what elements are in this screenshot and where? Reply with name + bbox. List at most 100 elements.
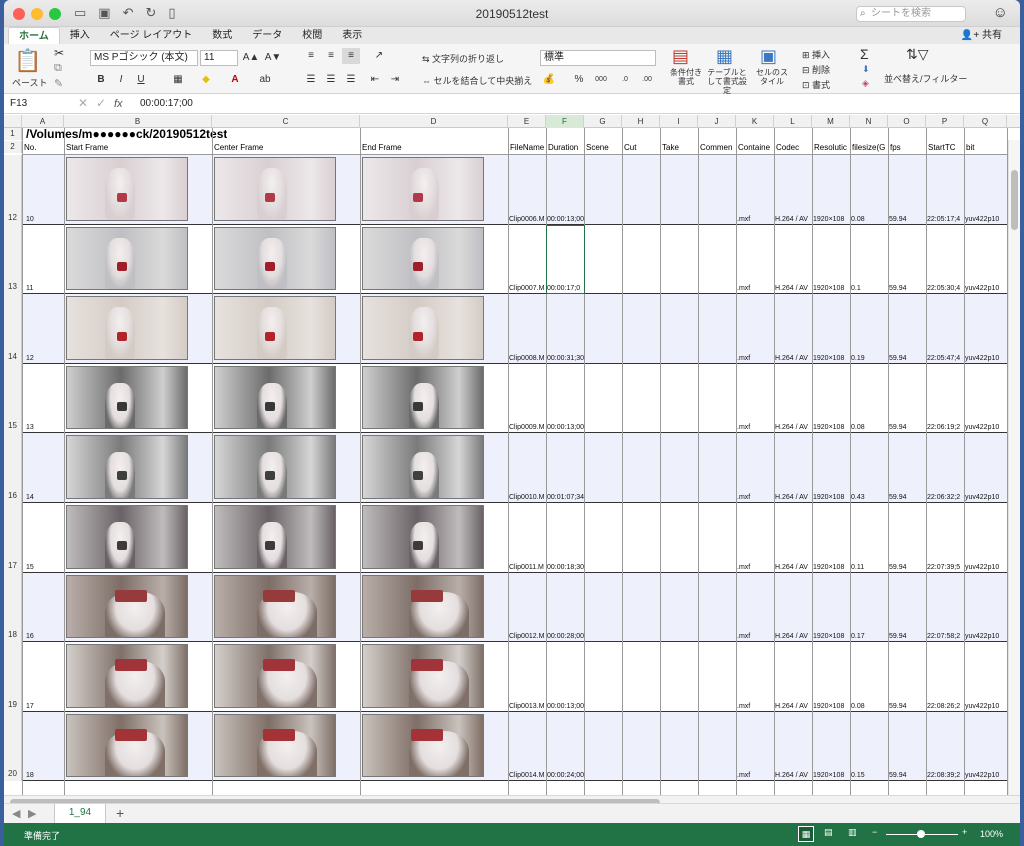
column-header-n[interactable]: N	[850, 115, 888, 128]
tab-formulas[interactable]: 数式	[202, 27, 242, 44]
header-cell[interactable]: fps	[890, 143, 926, 153]
active-cell[interactable]	[546, 224, 585, 295]
fps-cell[interactable]: 59.94	[889, 563, 926, 572]
column-header-d[interactable]: D	[360, 115, 508, 128]
fill-color-icon[interactable]: ◆	[197, 72, 215, 88]
fps-cell[interactable]: 59.94	[889, 493, 926, 502]
filename-cell[interactable]: Clip0010.M	[509, 493, 546, 502]
container-cell[interactable]: .mxf	[737, 702, 774, 711]
underline-button[interactable]: U	[132, 72, 150, 88]
filesize-cell[interactable]: 0.08	[851, 215, 888, 224]
starttc-cell[interactable]: 22:05:17;4	[927, 215, 964, 224]
row-header-1[interactable]: 1	[4, 128, 22, 140]
sheet-search-input[interactable]: ⌕ シートを検索	[856, 6, 966, 22]
filename-cell[interactable]: Clip0012.M	[509, 632, 546, 641]
resolution-cell[interactable]: 1920×108	[813, 284, 850, 293]
column-header-k[interactable]: K	[736, 115, 774, 128]
codec-cell[interactable]: H.264 / AV	[775, 702, 812, 711]
column-header-m[interactable]: M	[812, 115, 850, 128]
feedback-smiley-icon[interactable]: ☺	[993, 4, 1008, 21]
filesize-cell[interactable]: 0.19	[851, 354, 888, 363]
worksheet-grid[interactable]: ABCDEFGHIJKLMNOPQ 1/Volumes/m●●●●●●ck/20…	[4, 115, 1020, 795]
filename-cell[interactable]: Clip0006.M	[509, 215, 546, 224]
header-cell[interactable]: No.	[24, 143, 64, 153]
row-header[interactable]: 19	[4, 642, 22, 712]
duration-cell[interactable]: 00:00:13;00	[547, 423, 584, 432]
header-cell[interactable]: Resolutic	[814, 143, 850, 153]
align-left-icon[interactable]: ☰	[302, 72, 320, 88]
row-header[interactable]: 13	[4, 224, 22, 295]
filesize-cell[interactable]: 0.1	[851, 284, 888, 293]
header-cell[interactable]: Start Frame	[66, 143, 212, 153]
duration-cell[interactable]: 00:00:13;00	[547, 702, 584, 711]
bit-cell[interactable]: yuv422p10	[965, 702, 1007, 711]
codec-cell[interactable]: H.264 / AV	[775, 563, 812, 572]
sort-filter-label[interactable]: 並べ替え/フィルター	[884, 72, 967, 85]
codec-cell[interactable]: H.264 / AV	[775, 354, 812, 363]
column-header-h[interactable]: H	[622, 115, 660, 128]
row-header[interactable]: 16	[4, 433, 22, 503]
align-center-icon[interactable]: ☰	[322, 72, 340, 88]
share-button[interactable]: 👤+ 共有	[961, 27, 1002, 44]
column-header-c[interactable]: C	[212, 115, 360, 128]
starttc-cell[interactable]: 22:05:30;4	[927, 284, 964, 293]
header-cell[interactable]: StartTC	[928, 143, 964, 153]
no-cell[interactable]: 11	[26, 284, 62, 293]
codec-cell[interactable]: H.264 / AV	[775, 771, 812, 780]
increase-indent-icon[interactable]: ⇥	[386, 72, 404, 88]
filename-cell[interactable]: Clip0013.M	[509, 702, 546, 711]
formula-input[interactable]: 00:00:17;00	[140, 96, 193, 112]
header-cell[interactable]: End Frame	[362, 143, 508, 153]
header-cell[interactable]: Commen	[700, 143, 736, 153]
starttc-cell[interactable]: 22:06:19;2	[927, 423, 964, 432]
name-box[interactable]: F13	[10, 96, 27, 112]
container-cell[interactable]: .mxf	[737, 215, 774, 224]
resolution-cell[interactable]: 1920×108	[813, 423, 850, 432]
cell-styles-icon[interactable]: ▣	[760, 46, 777, 67]
wrap-text-button[interactable]: ⇆ 文字列の折り返し	[422, 52, 504, 65]
font-name-select[interactable]: MS Pゴシック (本文)	[90, 50, 198, 66]
vertical-scrollbar[interactable]	[1008, 140, 1020, 795]
tab-insert[interactable]: 挿入	[60, 27, 100, 44]
container-cell[interactable]: .mxf	[737, 284, 774, 293]
no-cell[interactable]: 18	[26, 771, 62, 780]
tab-page-layout[interactable]: ページ レイアウト	[100, 27, 203, 44]
fps-cell[interactable]: 59.94	[889, 215, 926, 224]
header-cell[interactable]: filesize(G	[852, 143, 888, 153]
phonetic-icon[interactable]: ab	[256, 72, 274, 88]
resolution-cell[interactable]: 1920×108	[813, 632, 850, 641]
codec-cell[interactable]: H.264 / AV	[775, 215, 812, 224]
font-color-icon[interactable]: A	[226, 72, 244, 88]
italic-button[interactable]: I	[112, 72, 130, 88]
header-cell[interactable]: Take	[662, 143, 698, 153]
no-cell[interactable]: 15	[26, 563, 62, 572]
no-cell[interactable]: 10	[26, 215, 62, 224]
normal-view-icon[interactable]: ▦	[798, 826, 814, 842]
column-header-e[interactable]: E	[508, 115, 546, 128]
header-cell[interactable]: Codec	[776, 143, 812, 153]
codec-cell[interactable]: H.264 / AV	[775, 493, 812, 502]
format-painter-icon[interactable]: ✎	[54, 77, 63, 90]
resolution-cell[interactable]: 1920×108	[813, 215, 850, 224]
no-cell[interactable]: 14	[26, 493, 62, 502]
bit-cell[interactable]: yuv422p10	[965, 771, 1007, 780]
column-header-j[interactable]: J	[698, 115, 736, 128]
cut-icon[interactable]: ✂	[54, 46, 64, 60]
table-format-label[interactable]: テーブルとして書式設定	[704, 68, 750, 95]
codec-cell[interactable]: H.264 / AV	[775, 284, 812, 293]
add-sheet-icon[interactable]: +	[116, 805, 124, 821]
number-format-select[interactable]: 標準	[540, 50, 656, 66]
codec-cell[interactable]: H.264 / AV	[775, 423, 812, 432]
filesize-cell[interactable]: 0.15	[851, 771, 888, 780]
percent-icon[interactable]: %	[570, 72, 588, 88]
delete-cells-button[interactable]: ⊟ 削除	[802, 63, 830, 76]
bit-cell[interactable]: yuv422p10	[965, 354, 1007, 363]
resolution-cell[interactable]: 1920×108	[813, 702, 850, 711]
resolution-cell[interactable]: 1920×108	[813, 771, 850, 780]
starttc-cell[interactable]: 22:07:39;5	[927, 563, 964, 572]
tab-home[interactable]: ホーム	[8, 27, 60, 44]
tab-review[interactable]: 校閲	[292, 27, 332, 44]
header-cell[interactable]: Containe	[738, 143, 774, 153]
starttc-cell[interactable]: 22:05:47;4	[927, 354, 964, 363]
bit-cell[interactable]: yuv422p10	[965, 215, 1007, 224]
